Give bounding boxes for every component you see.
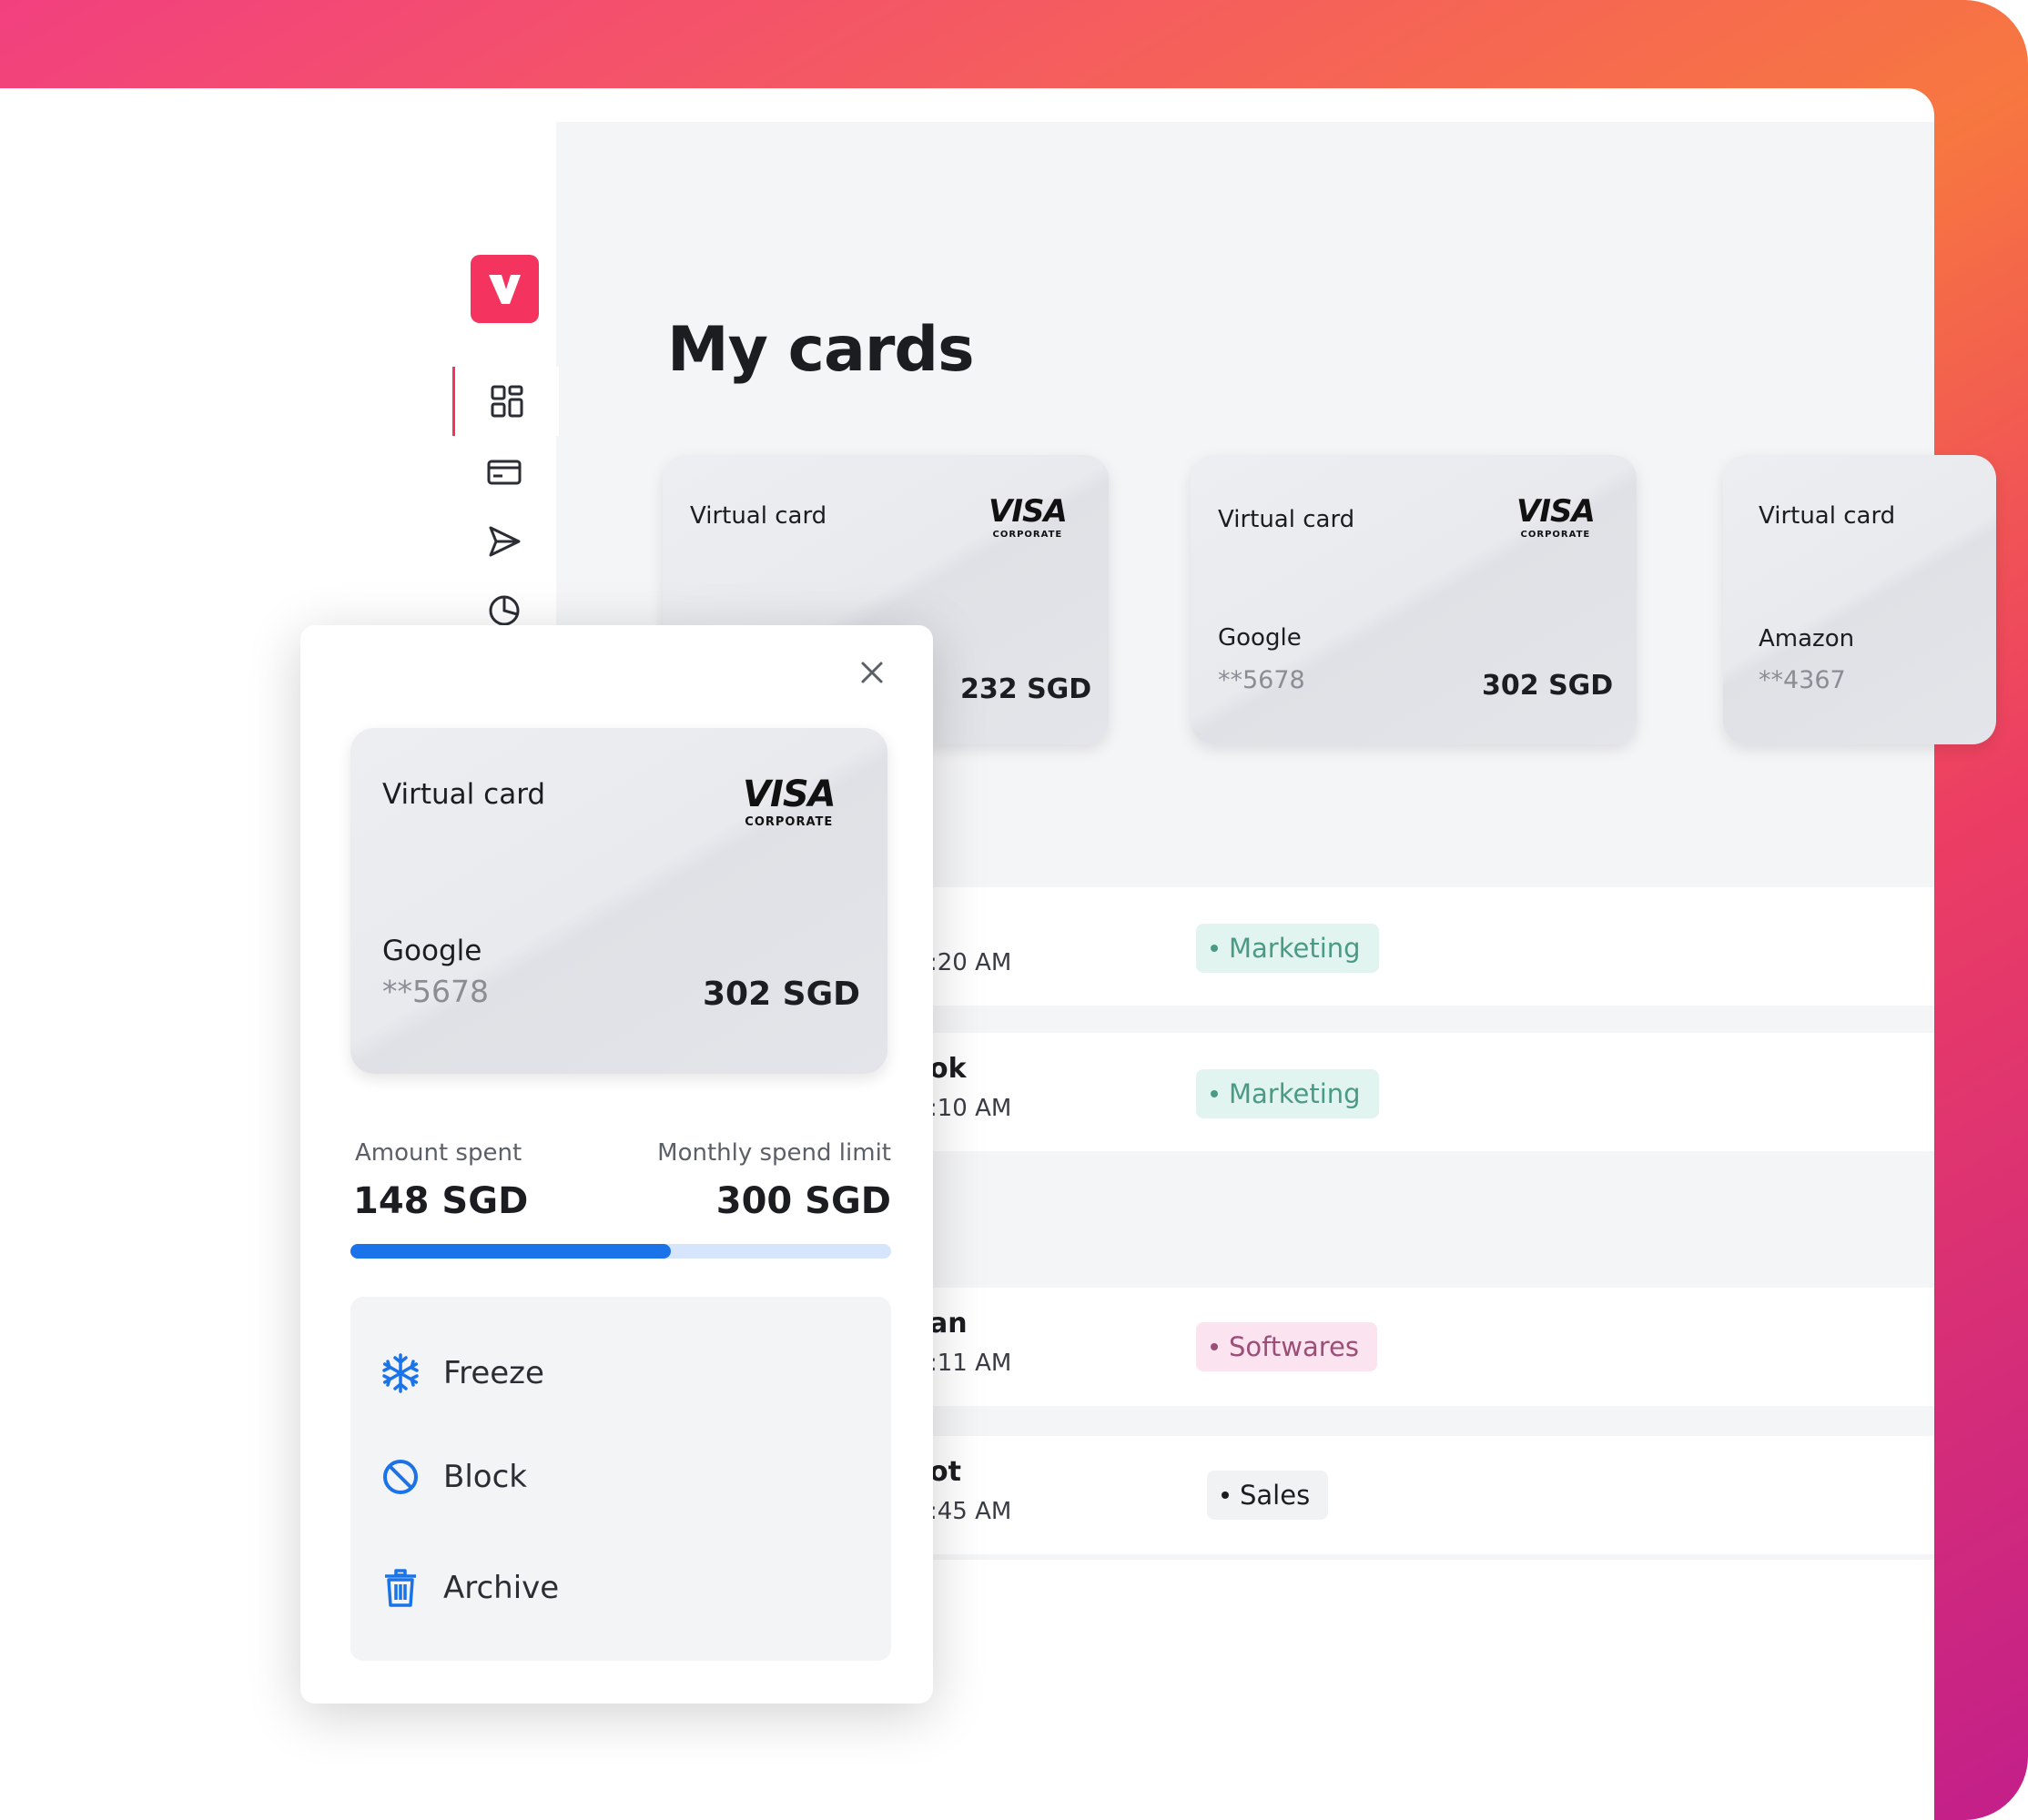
close-icon	[861, 662, 883, 683]
card-merchant: Google	[382, 935, 482, 967]
transaction-name: ot	[929, 1456, 961, 1488]
card-preview: Virtual card VISA CORPORATE Google **567…	[350, 728, 887, 1074]
visa-logo: VISA CORPORATE	[743, 774, 837, 829]
card-merchant: Amazon	[1759, 625, 1855, 652]
page-title: My cards	[667, 314, 975, 386]
sidebar-item-cards[interactable]	[452, 438, 556, 507]
transaction-time: :20 AM	[929, 949, 1012, 976]
card-number-masked: **5678	[382, 974, 489, 1009]
transaction-time: :45 AM	[929, 1498, 1012, 1525]
card-amount: 302 SGD	[703, 976, 861, 1013]
sidebar-item-send[interactable]	[452, 507, 556, 576]
freeze-label: Freeze	[443, 1355, 544, 1391]
card-number-masked: **4367	[1759, 666, 1846, 694]
card-merchant: Google	[1218, 624, 1302, 652]
category-tag: Marketing	[1196, 924, 1379, 973]
spend-limit-label: Monthly spend limit	[657, 1139, 891, 1167]
sidebar-item-dashboard[interactable]	[452, 367, 559, 436]
card-item[interactable]: Virtual card Amazon **4367	[1723, 455, 1996, 744]
card-amount: 302 SGD	[1482, 670, 1614, 702]
card-amount: 232 SGD	[960, 673, 1092, 705]
amount-spent-label: Amount spent	[355, 1139, 522, 1167]
transaction-name: an	[929, 1308, 968, 1340]
transaction-time: :11 AM	[929, 1350, 1012, 1377]
card-type: Virtual card	[382, 778, 546, 811]
trash-icon	[378, 1565, 423, 1611]
category-tag: Sales	[1207, 1471, 1329, 1520]
block-label: Block	[443, 1459, 527, 1495]
visa-logo: VISA CORPORATE	[1516, 493, 1596, 540]
freeze-button[interactable]: Freeze	[378, 1346, 544, 1400]
category-tag: Softwares	[1196, 1322, 1377, 1371]
block-button[interactable]: Block	[378, 1450, 527, 1504]
card-type: Virtual card	[1218, 506, 1355, 533]
block-icon	[378, 1454, 423, 1500]
card-actions-panel: Freeze Block Archive	[350, 1297, 891, 1661]
category-tag: Marketing	[1196, 1069, 1379, 1118]
close-button[interactable]	[854, 654, 890, 691]
spend-limit-value: 300 SGD	[715, 1180, 891, 1222]
snowflake-icon	[378, 1350, 423, 1396]
brand-v-logo-icon	[489, 275, 521, 304]
visa-logo: VISA CORPORATE	[989, 493, 1068, 540]
spend-progress-fill	[350, 1244, 672, 1259]
transaction-time: :10 AM	[929, 1095, 1012, 1122]
archive-button[interactable]: Archive	[378, 1561, 559, 1615]
spend-progress-bar	[350, 1244, 891, 1259]
pie-chart-icon	[489, 595, 520, 626]
card-detail-popup: Virtual card VISA CORPORATE Google **567…	[300, 625, 933, 1704]
card-type: Virtual card	[1759, 502, 1896, 530]
send-icon	[489, 526, 521, 557]
card-type: Virtual card	[690, 502, 827, 530]
brand-logo[interactable]	[471, 255, 539, 323]
transaction-name: ok	[929, 1053, 967, 1085]
dashboard-grid-icon	[491, 385, 523, 418]
card-number-masked: **5678	[1218, 666, 1305, 694]
card-item[interactable]: Virtual card VISA CORPORATE Google **567…	[1191, 455, 1637, 744]
archive-label: Archive	[443, 1570, 560, 1606]
card-icon	[487, 460, 522, 485]
amount-spent-value: 148 SGD	[353, 1180, 529, 1222]
